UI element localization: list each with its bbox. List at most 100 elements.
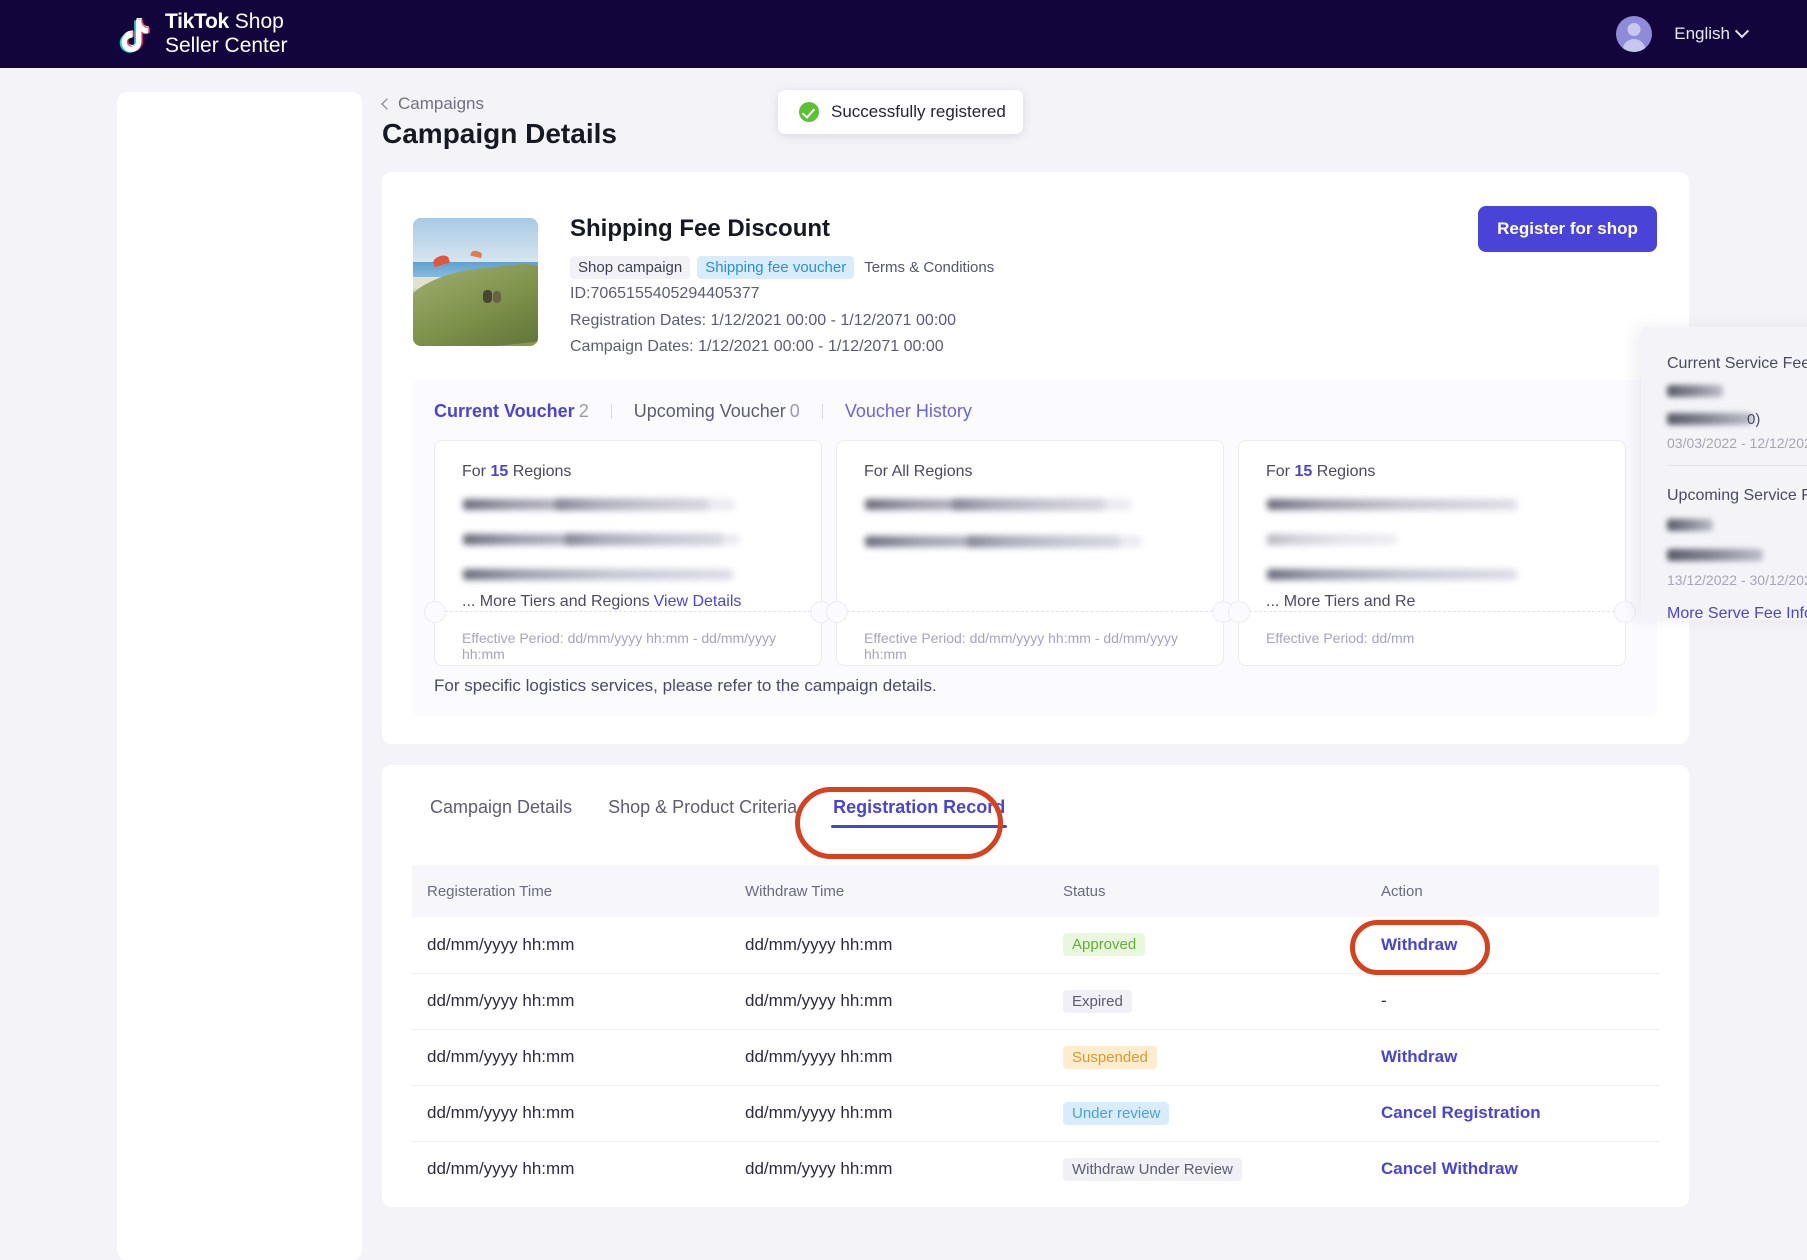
campaign-name: Shipping Fee Discount xyxy=(570,215,830,243)
voucher-section: Current Voucher2 Upcoming Voucher0 Vouch… xyxy=(412,380,1657,716)
language-label: English xyxy=(1674,24,1730,44)
brand-text: TikTok Shop Seller Center xyxy=(165,10,288,57)
masked-tier-line xyxy=(555,499,735,510)
register-for-shop-button[interactable]: Register for shop xyxy=(1478,206,1657,252)
breadcrumb[interactable]: Campaigns xyxy=(383,94,484,114)
tab-shop-product-criteria[interactable]: Shop & Product Criteria xyxy=(590,787,815,834)
cell-registration-time: dd/mm/yyyy hh:mm xyxy=(412,917,730,973)
withdraw-action-link[interactable]: Withdraw xyxy=(1381,1047,1457,1066)
region-count: 15 xyxy=(490,463,508,480)
masked-tier-line xyxy=(463,569,733,580)
effective-period: Effective Period: dd/mm/yyyy hh:mm - dd/… xyxy=(864,630,1223,662)
table-row: dd/mm/yyyy hh:mm dd/mm/yyyy hh:mm Expire… xyxy=(412,973,1659,1029)
region-prefix: For xyxy=(462,463,490,480)
status-badge: Suspended xyxy=(1063,1046,1157,1069)
voucher-card[interactable]: For All Regions Effective Period: dd/mm/… xyxy=(836,440,1224,666)
chevron-down-icon xyxy=(1735,24,1749,38)
status-badge: Approved xyxy=(1063,933,1145,956)
masked-tier-line xyxy=(952,499,1132,510)
toast-message: Successfully registered xyxy=(831,102,1006,122)
masked-tier-line xyxy=(1267,569,1517,580)
chevron-left-icon xyxy=(381,98,392,109)
voucher-region-label: For All Regions xyxy=(864,463,973,481)
tiktok-note-icon xyxy=(112,12,156,56)
masked-fee-detail xyxy=(1667,549,1763,561)
tag-shop-campaign: Shop campaign xyxy=(570,256,690,279)
current-service-fee-label: Current Service Fee xyxy=(1667,355,1807,373)
view-details-link[interactable]: View Details xyxy=(654,593,742,610)
voucher-card-list: For 15 Regions ... More Tiers and Region… xyxy=(412,422,1657,666)
cell-withdraw-time: dd/mm/yyyy hh:mm xyxy=(730,973,1048,1029)
tab-upcoming-voucher-label: Upcoming Voucher xyxy=(634,401,786,421)
masked-tier-line xyxy=(1267,499,1517,510)
column-header-registration-time: Registeration Time xyxy=(412,865,730,917)
cancel-withdraw-link[interactable]: Cancel Withdraw xyxy=(1381,1159,1518,1178)
campaign-dates: Campaign Dates: 1/12/2021 00:00 - 1/12/2… xyxy=(570,338,944,356)
brand-tiktok: TikTok xyxy=(165,10,229,33)
cell-registration-time: dd/mm/yyyy hh:mm xyxy=(412,1029,730,1085)
voucher-region-label: For 15 Regions xyxy=(462,463,571,481)
region-suffix: Regions xyxy=(508,463,571,480)
success-toast: Successfully registered xyxy=(778,90,1023,134)
more-service-fee-info-link[interactable]: More Serve Fee Info xyxy=(1667,605,1807,623)
region-suffix: Regions xyxy=(1312,463,1375,480)
column-header-withdraw-time: Withdraw Time xyxy=(730,865,1048,917)
masked-tier-line xyxy=(1267,534,1397,545)
masked-fee-value xyxy=(1667,385,1723,397)
cell-action: Cancel Withdraw xyxy=(1366,1141,1659,1197)
top-navigation-bar: TikTok Shop Seller Center English xyxy=(0,0,1807,68)
sidebar-panel xyxy=(117,92,362,1260)
upcoming-service-fee-label: Upcoming Service Fee xyxy=(1667,487,1807,505)
masked-tier-line xyxy=(565,534,740,545)
tab-campaign-details[interactable]: Campaign Details xyxy=(412,787,590,834)
breadcrumb-label: Campaigns xyxy=(398,94,484,114)
cell-status: Under review xyxy=(1048,1085,1366,1141)
fee-divider xyxy=(1667,465,1807,466)
cell-status: Expired xyxy=(1048,973,1366,1029)
cell-withdraw-time: dd/mm/yyyy hh:mm xyxy=(730,1085,1048,1141)
tab-upcoming-voucher[interactable]: Upcoming Voucher0 xyxy=(612,401,822,422)
cell-registration-time: dd/mm/yyyy hh:mm xyxy=(412,973,730,1029)
topbar-right-group: English xyxy=(1616,16,1747,52)
more-tiers-row: ... More Tiers and Re xyxy=(1266,593,1415,611)
cell-status: Suspended xyxy=(1048,1029,1366,1085)
cancel-registration-link[interactable]: Cancel Registration xyxy=(1381,1103,1541,1122)
terms-and-conditions-link[interactable]: Terms & Conditions xyxy=(864,259,994,276)
campaign-thumbnail-image xyxy=(413,218,538,346)
tab-voucher-history[interactable]: Voucher History xyxy=(823,401,994,422)
status-badge: Under review xyxy=(1063,1102,1169,1125)
cell-registration-time: dd/mm/yyyy hh:mm xyxy=(412,1085,730,1141)
tag-shipping-fee-voucher: Shipping fee voucher xyxy=(697,256,854,279)
voucher-card[interactable]: For 15 Regions ... More Tiers and Region… xyxy=(434,440,822,666)
more-tiers-label: ... More Tiers and Regions xyxy=(462,593,650,610)
brand-shop: Shop xyxy=(229,10,284,33)
logistics-note: For specific logistics services, please … xyxy=(434,676,937,696)
detail-tab-bar: Campaign Details Shop & Product Criteria… xyxy=(412,787,1023,834)
table-row: dd/mm/yyyy hh:mm dd/mm/yyyy hh:mm Approv… xyxy=(412,917,1659,973)
table-row: dd/mm/yyyy hh:mm dd/mm/yyyy hh:mm Withdr… xyxy=(412,1141,1659,1197)
cell-status: Withdraw Under Review xyxy=(1048,1141,1366,1197)
cell-withdraw-time: dd/mm/yyyy hh:mm xyxy=(730,1141,1048,1197)
masked-fee-detail xyxy=(1667,413,1753,425)
status-badge: Withdraw Under Review xyxy=(1063,1158,1242,1181)
voucher-perforation: Effective Period: dd/mm/yyyy hh:mm - dd/… xyxy=(837,611,1223,665)
brand-logo[interactable]: TikTok Shop Seller Center xyxy=(112,10,288,57)
tab-registration-record[interactable]: Registration Record xyxy=(815,787,1023,834)
current-service-fee-heading: Current Service Fee ? xyxy=(1667,355,1807,373)
voucher-card[interactable]: For 15 Regions ... More Tiers and Re Eff… xyxy=(1238,440,1626,666)
language-selector[interactable]: English xyxy=(1674,24,1747,44)
cell-action: Cancel Registration xyxy=(1366,1085,1659,1141)
user-avatar-icon[interactable] xyxy=(1616,16,1652,52)
table-row: dd/mm/yyyy hh:mm dd/mm/yyyy hh:mm Suspen… xyxy=(412,1029,1659,1085)
cell-action: Withdraw xyxy=(1366,1029,1659,1085)
tab-upcoming-voucher-count: 0 xyxy=(790,401,800,421)
campaign-tag-row: Shop campaign Shipping fee voucher Terms… xyxy=(570,256,994,279)
more-tiers-label: ... More Tiers and Re xyxy=(1266,593,1415,610)
page-title: Campaign Details xyxy=(382,118,617,150)
withdraw-action-link[interactable]: Withdraw xyxy=(1381,935,1457,954)
effective-period: Effective Period: dd/mm xyxy=(1266,630,1414,646)
voucher-region-label: For 15 Regions xyxy=(1266,463,1375,481)
tab-current-voucher[interactable]: Current Voucher2 xyxy=(434,401,611,422)
registration-dates: Registration Dates: 1/12/2021 00:00 - 1/… xyxy=(570,312,956,330)
campaign-id: ID:7065155405294405377 xyxy=(570,285,760,303)
